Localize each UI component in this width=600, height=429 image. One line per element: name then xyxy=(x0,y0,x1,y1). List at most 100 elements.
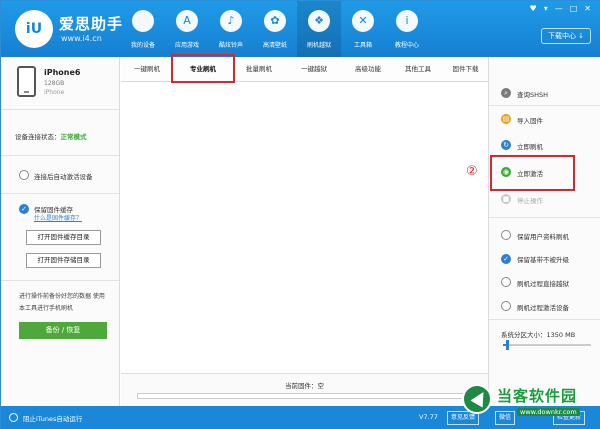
bell-icon: ♪ xyxy=(220,10,242,32)
highlight-box-activate xyxy=(490,155,575,191)
query-shsh-action[interactable]: ⌕ 查询SHSH xyxy=(501,87,597,101)
watermark-logo-icon xyxy=(462,384,492,414)
backup-restore-button[interactable]: 备份 / 恢复 xyxy=(19,322,107,339)
divider xyxy=(1,155,119,156)
current-firmware-label: 当前固件：空 xyxy=(285,382,324,390)
device-model: iPhone xyxy=(44,89,65,96)
import-firmware-action[interactable]: ▤ 导入固件 xyxy=(501,113,597,127)
device-name: iPhone6 xyxy=(44,68,81,77)
dropbox-icon: ❖ xyxy=(308,10,330,32)
what-is-cache-link[interactable]: 什么是固件缓存？ xyxy=(34,213,82,222)
auto-activate-label: 连接后自动激活设备 xyxy=(34,173,93,181)
jailbreak-during-flash-radio[interactable] xyxy=(501,277,511,287)
device-info: iPhone6 128GB iPhone xyxy=(1,57,119,110)
firmware-progress xyxy=(137,393,472,399)
header-bar: iU 爱思助手 www.i4.cn 我的设备 A 应用游戏 ♪ 酷炫铃声 ✿ 高… xyxy=(1,1,600,57)
flash-icon: ↻ xyxy=(501,140,511,150)
tab-one-click-flash[interactable]: 一键刷机 xyxy=(121,57,173,82)
phone-icon xyxy=(17,66,36,97)
menu-dropdown-icon[interactable]: ▾ xyxy=(544,4,548,13)
highlight-box-pro-flash xyxy=(171,54,235,83)
partition-size-slider[interactable] xyxy=(503,340,591,350)
nav-label: 高清壁纸 xyxy=(262,42,287,49)
jailbreak-during-flash-label: 刷机过程直接越狱 xyxy=(517,280,569,288)
activate-during-flash-label: 刷机过程激活设备 xyxy=(517,304,569,312)
stop-icon: ■ xyxy=(501,194,511,204)
nav-ringtones[interactable]: ♪ 酷炫铃声 xyxy=(209,1,253,57)
main-nav: 我的设备 A 应用游戏 ♪ 酷炫铃声 ✿ 高清壁纸 ❖ 刷机越狱 ✕ 工具箱 i… xyxy=(121,1,429,57)
app-window: iU 爱思助手 www.i4.cn 我的设备 A 应用游戏 ♪ 酷炫铃声 ✿ 高… xyxy=(0,0,600,429)
tab-advanced[interactable]: 高级功能 xyxy=(343,57,393,82)
tab-other-tools[interactable]: 其他工具 xyxy=(393,57,443,82)
divider xyxy=(489,319,600,320)
download-center-button[interactable]: 下载中心 ↓ xyxy=(541,28,591,44)
right-panel: ⌕ 查询SHSH ▤ 导入固件 ↻ 立即刷机 ◉ 立即激活 ■ 停止操作 保留用… xyxy=(488,57,600,406)
app-title: 爱思助手 xyxy=(59,15,124,33)
activate-during-flash-radio[interactable] xyxy=(501,301,511,311)
action-label: 查询SHSH xyxy=(517,91,549,99)
marker-two: ② xyxy=(466,164,478,179)
firmware-bar: 当前固件：空 xyxy=(121,373,488,406)
block-itunes-label: 阻止iTunes自动运行 xyxy=(23,415,83,423)
apple-icon xyxy=(132,10,154,32)
keep-baseband-label: 保留基带不被升级 xyxy=(517,256,569,264)
keep-user-data-label: 保留用户资料刷机 xyxy=(517,233,569,241)
flower-icon: ✿ xyxy=(264,10,286,32)
nav-label: 刷机越狱 xyxy=(306,42,331,49)
action-label: 立即刷机 xyxy=(517,143,543,151)
slider-handle[interactable] xyxy=(505,340,509,350)
divider xyxy=(489,105,600,106)
watermark-url: www.downkr.com xyxy=(517,408,580,416)
nav-apps-games[interactable]: A 应用游戏 xyxy=(165,1,209,57)
minimize-icon[interactable]: — xyxy=(555,4,563,13)
flash-now-action[interactable]: ↻ 立即刷机 xyxy=(501,139,597,153)
info-icon: i xyxy=(396,10,418,32)
folder-icon: ▤ xyxy=(501,114,511,124)
divider xyxy=(1,193,119,194)
app-store-icon: A xyxy=(176,10,198,32)
version-label: V7.77 xyxy=(419,413,438,421)
logo-icon: iU xyxy=(15,10,53,48)
partition-size-label: 系统分区大小：1350 MB xyxy=(501,331,576,339)
open-cache-dir-button[interactable]: 打开固件缓存目录 xyxy=(26,230,101,245)
action-label: 停止操作 xyxy=(517,197,543,205)
nav-label: 教程中心 xyxy=(394,42,419,49)
maximize-icon[interactable]: □ xyxy=(570,4,578,13)
main-content xyxy=(121,83,488,373)
nav-my-device[interactable]: 我的设备 xyxy=(121,1,165,57)
keep-baseband-checkbox[interactable]: ✓ xyxy=(501,254,511,264)
nav-toolbox[interactable]: ✕ 工具箱 xyxy=(341,1,385,57)
open-store-dir-button[interactable]: 打开固件存储目录 xyxy=(26,253,101,268)
status-value: 正常模式 xyxy=(60,133,87,141)
nav-wallpapers[interactable]: ✿ 高清壁纸 xyxy=(253,1,297,57)
block-itunes-radio[interactable] xyxy=(9,413,18,422)
device-capacity: 128GB xyxy=(44,80,65,87)
nav-label: 工具箱 xyxy=(353,42,372,49)
status-bar: 阻止iTunes自动运行 V7.77 意见反馈 微信 检查更新 xyxy=(1,406,600,429)
left-panel: iPhone6 128GB iPhone 设备连接状态：正常模式 连接后自动激活… xyxy=(1,57,120,406)
window-controls: ♥ ▾ — □ ✕ xyxy=(530,4,591,13)
nav-label: 酷炫铃声 xyxy=(218,42,243,49)
nav-label: 我的设备 xyxy=(130,42,155,49)
wechat-button[interactable]: 微信 xyxy=(495,411,516,425)
keep-cache-checkbox[interactable]: ✓ xyxy=(19,204,29,214)
connection-status: 设备连接状态：正常模式 xyxy=(15,131,87,141)
action-label: 导入固件 xyxy=(517,117,543,125)
nav-label: 应用游戏 xyxy=(174,42,199,49)
watermark-text: 当客软件园 xyxy=(497,387,578,405)
auto-activate-radio[interactable] xyxy=(19,170,29,180)
close-icon[interactable]: ✕ xyxy=(584,4,591,13)
nav-flash-jailbreak[interactable]: ❖ 刷机越狱 xyxy=(297,1,341,57)
keep-user-data-radio[interactable] xyxy=(501,230,511,240)
status-label: 设备连接状态： xyxy=(15,133,61,141)
tab-batch-flash[interactable]: 批量刷机 xyxy=(233,57,285,82)
tools-icon: ✕ xyxy=(352,10,374,32)
stop-action[interactable]: ■ 停止操作 xyxy=(501,193,597,207)
favorite-icon[interactable]: ♥ xyxy=(530,4,537,13)
nav-tutorials[interactable]: i 教程中心 xyxy=(385,1,429,57)
tab-firmware-download[interactable]: 固件下载 xyxy=(443,57,488,82)
app-url: www.i4.cn xyxy=(61,34,102,43)
tab-one-click-jailbreak[interactable]: 一键越狱 xyxy=(285,57,343,82)
backup-hint: 进行操作前备份好您的数据 使用本工具进行手机刷机 xyxy=(19,293,105,312)
divider xyxy=(489,217,600,218)
